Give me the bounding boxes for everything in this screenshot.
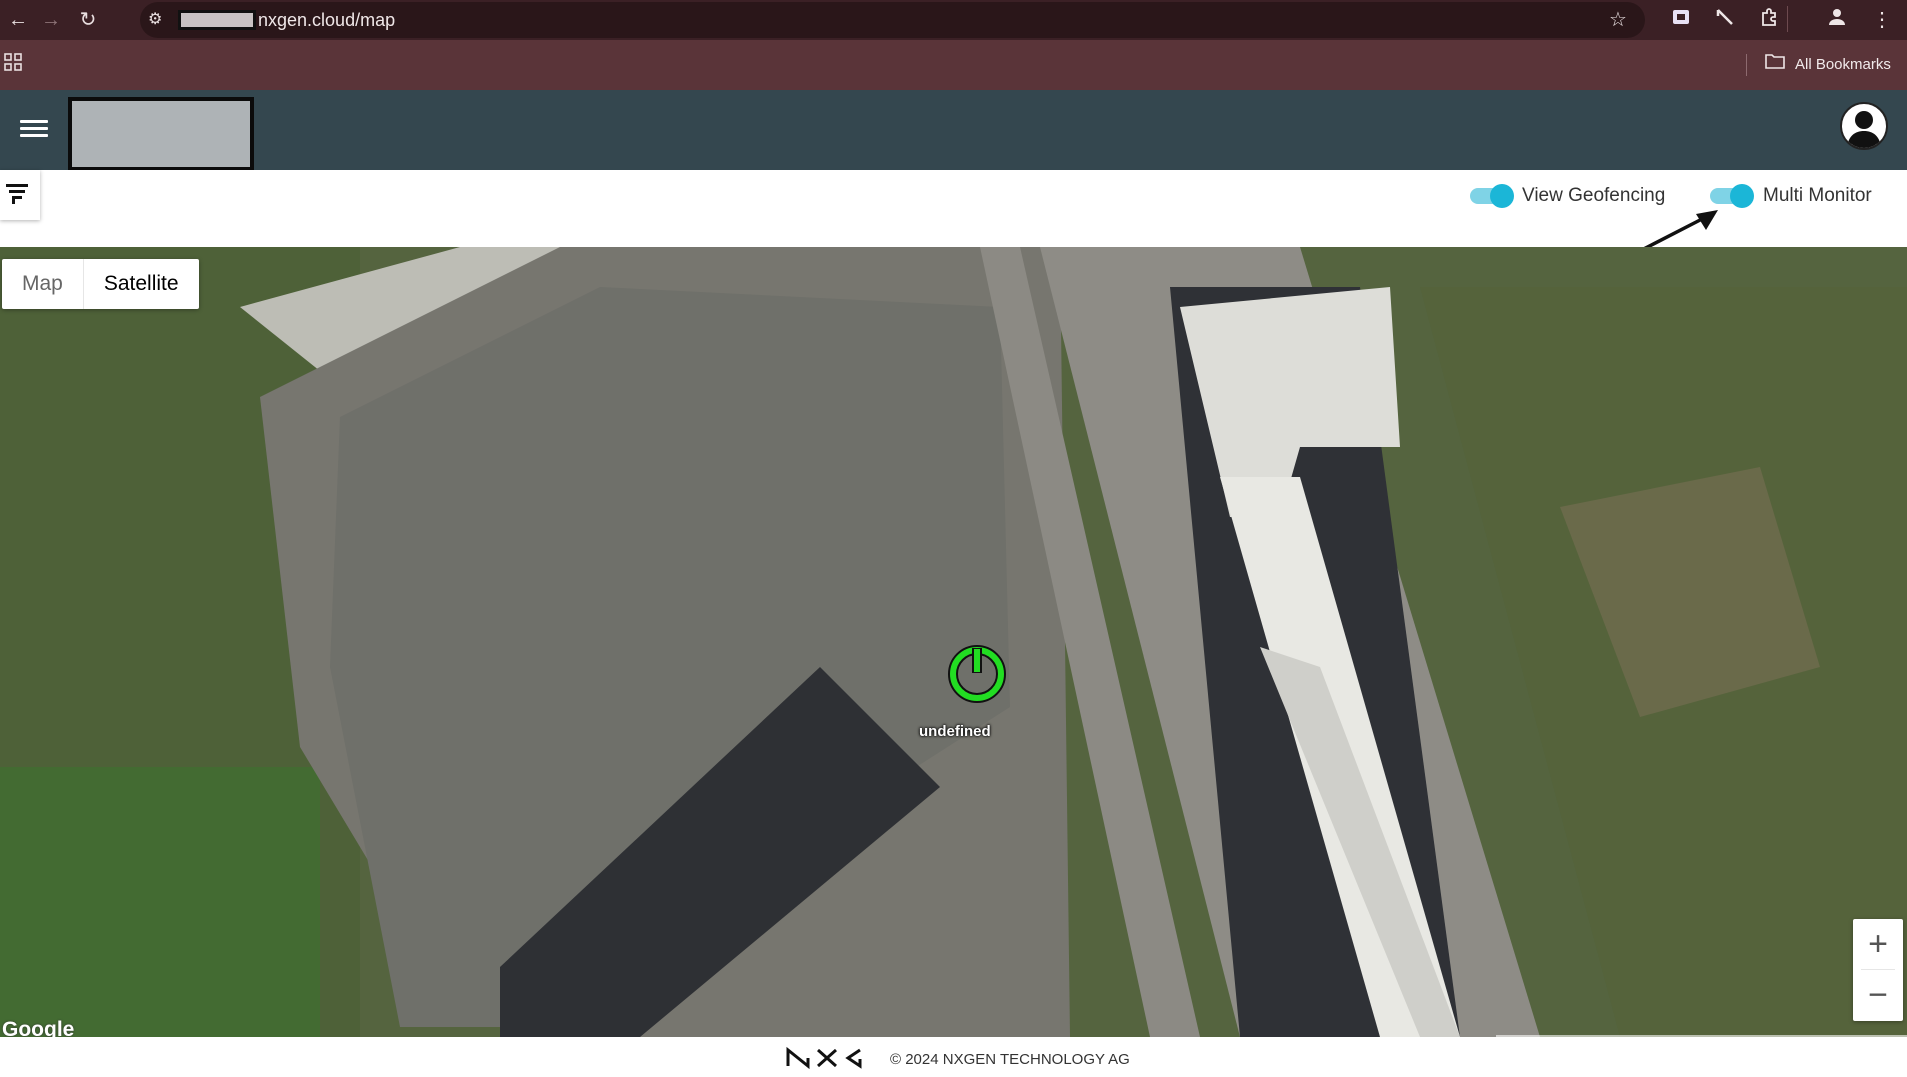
forward-icon[interactable]: → xyxy=(37,6,65,34)
site-info-icon[interactable]: ⚙ xyxy=(148,9,162,29)
app-header xyxy=(0,90,1907,170)
filter-button[interactable] xyxy=(0,170,40,220)
puzzle-icon[interactable] xyxy=(1756,7,1784,34)
reload-icon[interactable]: ↻ xyxy=(74,6,102,34)
camera-marker[interactable] xyxy=(946,643,1008,710)
multi-monitor-label: Multi Monitor xyxy=(1763,185,1872,206)
profile-icon[interactable] xyxy=(1823,7,1851,34)
map-type-satellite-tab[interactable]: Satellite xyxy=(84,259,199,309)
user-avatar-icon[interactable] xyxy=(1840,102,1888,150)
apps-icon[interactable] xyxy=(4,53,22,77)
multi-monitor-toggle[interactable] xyxy=(1710,184,1754,208)
line-tool-icon[interactable] xyxy=(1711,7,1739,34)
bookmarks-divider xyxy=(1746,54,1747,76)
more-icon[interactable]: ⋮ xyxy=(1868,7,1896,33)
url-text[interactable]: nxgen.cloud/map xyxy=(258,9,395,31)
filter-icon xyxy=(6,184,28,204)
extension-icon[interactable] xyxy=(1667,7,1695,34)
marker-label: undefined xyxy=(919,723,991,740)
back-icon[interactable]: ← xyxy=(4,6,32,34)
toolbar-divider xyxy=(1787,6,1788,32)
all-bookmarks-link[interactable]: All Bookmarks xyxy=(1795,56,1891,73)
satellite-map[interactable] xyxy=(0,247,1907,1037)
zoom-control: + − xyxy=(1853,919,1903,1021)
power-icon xyxy=(948,645,1006,703)
zoom-in-button[interactable]: + xyxy=(1853,919,1903,969)
bookmarks-bar xyxy=(0,40,1907,90)
hamburger-icon[interactable] xyxy=(20,116,48,140)
nxgen-logo-icon xyxy=(786,1046,862,1070)
geofencing-toggle[interactable] xyxy=(1470,184,1514,208)
map-toolbar xyxy=(0,170,1907,247)
satellite-imagery xyxy=(0,247,1907,1037)
zoom-out-button[interactable]: − xyxy=(1853,970,1903,1020)
folder-icon xyxy=(1765,53,1785,74)
company-logo-redacted xyxy=(68,97,254,171)
map-type-switcher: Map Satellite xyxy=(2,259,199,309)
url-redaction xyxy=(178,10,256,30)
map-type-map-tab[interactable]: Map xyxy=(2,259,84,309)
geofencing-label: View Geofencing xyxy=(1522,185,1666,206)
copyright-text: © 2024 NXGEN TECHNOLOGY AG xyxy=(890,1051,1130,1068)
star-icon[interactable]: ☆ xyxy=(1604,7,1632,33)
